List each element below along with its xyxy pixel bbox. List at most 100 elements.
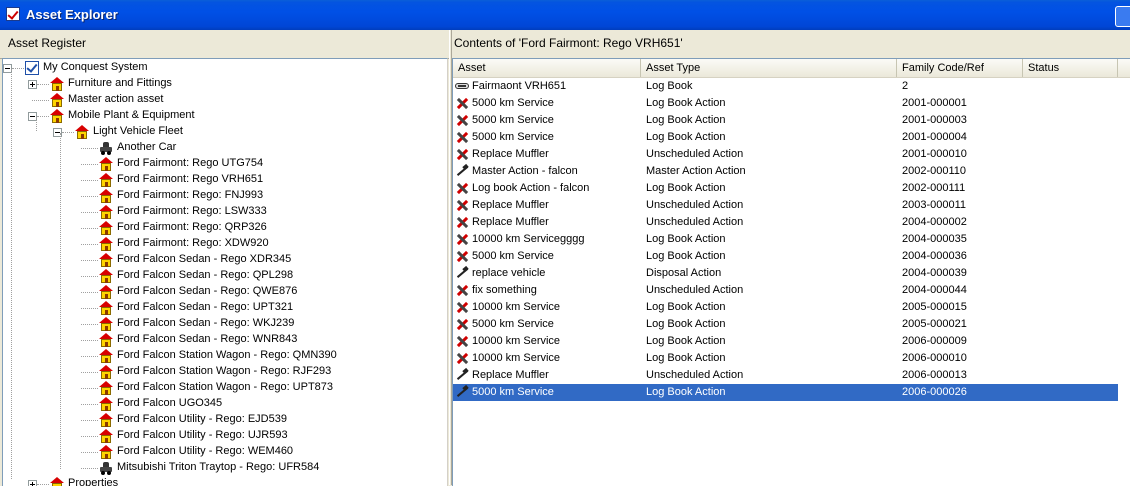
cell-asset-type: Log Book Action — [646, 352, 726, 364]
table-row[interactable]: Replace Muffler Unscheduled Action 2006-00… — [453, 367, 1118, 384]
house-icon — [99, 445, 113, 459]
table-row[interactable]: 5000 km Service Log Book Action 2001-00000… — [453, 112, 1118, 129]
tree-item[interactable]: Mobile Plant & Equipment — [3, 108, 443, 124]
tree-connector — [81, 388, 98, 389]
cell-asset-type: Master Action Action — [646, 165, 746, 177]
table-row[interactable]: 5000 km Service Log Book Action 2005-00002… — [453, 316, 1118, 333]
cell-asset-type: Log Book Action — [646, 114, 726, 126]
table-row[interactable]: Replace Muffler Unscheduled Action 2001-00… — [453, 146, 1118, 163]
tree-item[interactable]: Light Vehicle Fleet — [3, 124, 443, 140]
action-icon — [455, 215, 469, 229]
table-row[interactable]: 10000 km Service Log Book Action 2006-0000… — [453, 350, 1118, 367]
tree-item[interactable]: Ford Falcon Utility - Rego: UJR593 — [3, 428, 443, 444]
tree-item[interactable]: Ford Fairmont: Rego VRH651 — [3, 172, 443, 188]
table-row[interactable]: fix something Unscheduled Action 2004-0000… — [453, 282, 1118, 299]
tree-item-label: Ford Falcon UGO345 — [117, 397, 223, 409]
tree-item[interactable]: Ford Falcon Sedan - Rego: WKJ239 — [3, 316, 443, 332]
table-row[interactable]: 10000 km Service Log Book Action 2006-0000… — [453, 333, 1118, 350]
cell-asset: fix something — [472, 284, 537, 296]
tree-item[interactable]: Ford Falcon Station Wagon - Rego: UPT873 — [3, 380, 443, 396]
table-row[interactable]: Replace Muffler Unscheduled Action 2004-00… — [453, 214, 1118, 231]
tree-connector — [32, 100, 49, 101]
house-icon — [99, 205, 113, 219]
cell-asset: 10000 km Service — [472, 352, 561, 364]
column-header-asset-type[interactable]: Asset Type — [641, 59, 897, 77]
cell-asset-type: Log Book Action — [646, 233, 726, 245]
tree-item[interactable]: Ford Fairmont: Rego: XDW920 — [3, 236, 443, 252]
tree-item[interactable]: Ford Fairmont: Rego: FNJ993 — [3, 188, 443, 204]
tree-connector — [81, 148, 98, 149]
tree-item[interactable]: My Conquest System — [3, 60, 443, 76]
tree-item[interactable]: Ford Falcon Station Wagon - Rego: QMN390 — [3, 348, 443, 364]
tree-item[interactable]: Ford Falcon Utility - Rego: WEM460 — [3, 444, 443, 460]
master-action-icon — [455, 385, 469, 399]
house-icon — [50, 77, 64, 91]
action-icon — [455, 198, 469, 212]
cell-asset-type: Unscheduled Action — [646, 148, 744, 160]
tree-item[interactable]: Mitsubishi Triton Traytop - Rego: UFR584 — [3, 460, 443, 476]
house-icon — [99, 381, 113, 395]
tree-item[interactable]: Ford Falcon Station Wagon - Rego: RJF293 — [3, 364, 443, 380]
table-row[interactable]: 5000 km Service Log Book Action 2001-00000… — [453, 129, 1118, 146]
tree-item[interactable]: Ford Falcon Sedan - Rego: UPT321 — [3, 300, 443, 316]
table-row[interactable]: 5000 km Service Log Book Action 2004-00003… — [453, 248, 1118, 265]
table-row[interactable]: Master Action - falcon Master Action Acti… — [453, 163, 1118, 180]
tree-item[interactable]: Ford Fairmont: Rego: QRP326 — [3, 220, 443, 236]
asset-register-title: Asset Register — [8, 36, 87, 50]
column-header-asset[interactable]: Asset — [453, 59, 641, 77]
tree-connector — [81, 436, 98, 437]
house-icon — [99, 221, 113, 235]
cell-asset: Replace Muffler — [472, 199, 549, 211]
table-row[interactable]: replace vehicle Disposal Action 2004-00003… — [453, 265, 1118, 282]
tree-item[interactable]: Master action asset — [3, 92, 443, 108]
tree-connector — [81, 356, 98, 357]
tree-item[interactable]: Ford Fairmont: Rego: LSW333 — [3, 204, 443, 220]
table-row[interactable]: Fairmaont VRH651 Log Book 2 — [453, 78, 1118, 95]
asset-tree[interactable]: My Conquest System Furniture and Fittings… — [2, 58, 448, 486]
cell-asset: 10000 km Servicegggg — [472, 233, 585, 245]
table-row[interactable]: 10000 km Servicegggg Log Book Action 2004-… — [453, 231, 1118, 248]
table-row[interactable]: Replace Muffler Unscheduled Action 2003-00… — [453, 197, 1118, 214]
contents-title: Contents of 'Ford Fairmont: Rego VRH651' — [454, 36, 683, 50]
tree-item-label: Ford Falcon Sedan - Rego: WKJ239 — [117, 317, 295, 329]
house-icon — [99, 365, 113, 379]
table-row[interactable]: Log book Action - falcon Log Book Action 2… — [453, 180, 1118, 197]
window-control-button[interactable] — [1115, 6, 1130, 27]
tree-item-label: Mitsubishi Triton Traytop - Rego: UFR584 — [117, 461, 320, 473]
action-icon — [455, 130, 469, 144]
cell-asset-type: Unscheduled Action — [646, 369, 744, 381]
tree-connector — [81, 244, 98, 245]
column-header-family-code[interactable]: Family Code/Ref — [897, 59, 1023, 77]
table-row[interactable]: 5000 km Service Log Book Action 2001-00000… — [453, 95, 1118, 112]
tree-connector — [81, 212, 98, 213]
tree-item-label: Ford Falcon Sedan - Rego: QWE876 — [117, 285, 298, 297]
tree-item[interactable]: Another Car — [3, 140, 443, 156]
cell-asset: 5000 km Service — [472, 250, 554, 262]
table-row[interactable]: 10000 km Service Log Book Action 2005-0000… — [453, 299, 1118, 316]
tree-connector — [81, 292, 98, 293]
house-icon — [99, 429, 113, 443]
tree-item[interactable]: Furniture and Fittings — [3, 76, 443, 92]
tree-item[interactable]: Ford Falcon Utility - Rego: EJD539 — [3, 412, 443, 428]
cell-asset-type: Unscheduled Action — [646, 216, 744, 228]
tree-item[interactable]: Ford Falcon UGO345 — [3, 396, 443, 412]
window-title: Asset Explorer — [26, 7, 118, 22]
cell-asset-type: Log Book Action — [646, 318, 726, 330]
cell-asset-type: Log Book Action — [646, 301, 726, 313]
tree-item-label: Another Car — [117, 141, 177, 153]
tree-item[interactable]: Ford Falcon Sedan - Rego: QPL298 — [3, 268, 443, 284]
action-icon — [455, 334, 469, 348]
action-icon — [455, 232, 469, 246]
tree-item[interactable]: Ford Falcon Sedan - Rego: QWE876 — [3, 284, 443, 300]
tree-item[interactable]: Ford Falcon Sedan - Rego XDR345 — [3, 252, 443, 268]
expand-icon[interactable] — [28, 80, 37, 89]
tree-item-label: Ford Falcon Station Wagon - Rego: RJF293 — [117, 365, 332, 377]
expand-icon[interactable] — [28, 480, 37, 486]
tree-guide-line — [60, 133, 61, 469]
table-row[interactable]: 5000 km Service Log Book Action 2006-00002… — [453, 383, 1119, 402]
tree-item[interactable]: Ford Falcon Sedan - Rego: WNR843 — [3, 332, 443, 348]
tree-item[interactable]: Ford Fairmont: Rego UTG754 — [3, 156, 443, 172]
cell-family-code: 2002-000110 — [902, 165, 967, 177]
contents-list[interactable]: Asset Asset Type Family Code/Ref Status … — [452, 58, 1130, 486]
column-header-status[interactable]: Status — [1023, 59, 1118, 77]
